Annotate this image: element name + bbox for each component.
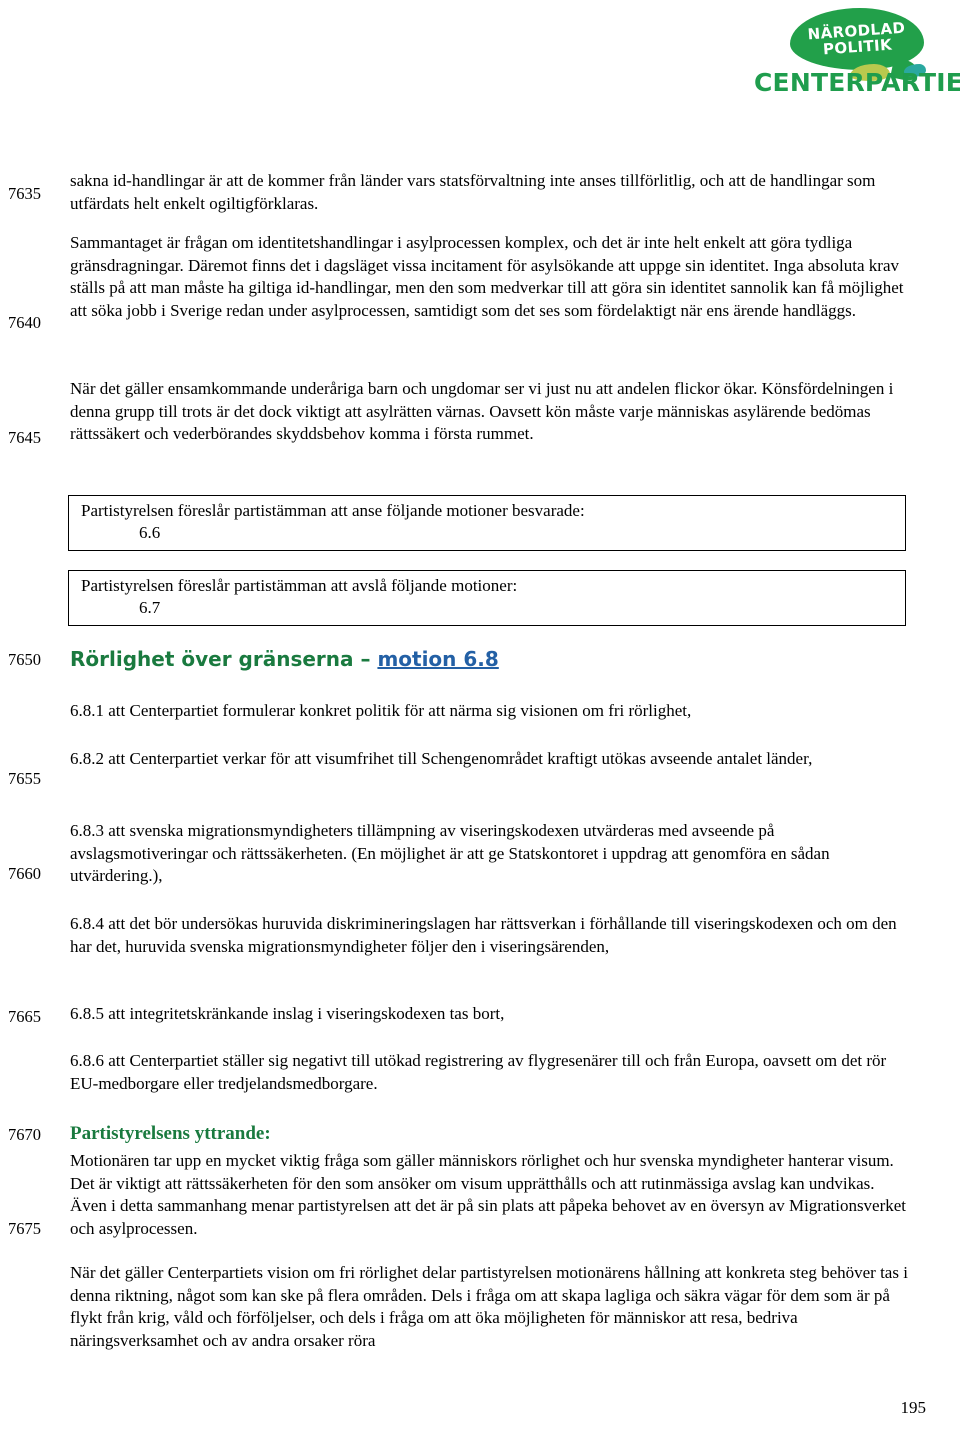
- page-number: 195: [900, 1398, 927, 1417]
- logo-wordmark: CENTERPARTIET: [754, 68, 960, 97]
- statement-paragraph-1-text: Motionären tar upp en mycket viktig fråg…: [70, 1151, 907, 1238]
- motion-item-6-8-6: 6.8.6 att Centerpartiet ställer sig nega…: [70, 1050, 908, 1095]
- motion-item-6-8-1-text: 6.8.1 att Centerpartiet formulerar konkr…: [70, 701, 692, 720]
- line-number-7655: 7655: [8, 769, 41, 788]
- proposal-box-rejected: Partistyrelsen föreslår partistämman att…: [68, 570, 906, 626]
- section-heading-text: Rörlighet över gränserna –: [70, 647, 378, 671]
- line-number-7665: 7665: [8, 1007, 41, 1026]
- line-number-7640: 7640: [8, 313, 41, 332]
- proposal-box-answered-text: Partistyrelsen föreslår partistämman att…: [81, 501, 585, 520]
- paragraph-continuation: sakna id-handlingar är att de kommer frå…: [70, 170, 908, 215]
- motion-item-6-8-6-text: 6.8.6 att Centerpartiet ställer sig nega…: [70, 1051, 887, 1093]
- motion-item-6-8-2-text: 6.8.2 att Centerpartiet verkar för att v…: [70, 749, 813, 768]
- paragraph-summary-text: Sammantaget är frågan om identitetshandl…: [70, 233, 904, 320]
- paragraph-unaccompanied-minors: När det gäller ensamkommande underåriga …: [70, 378, 908, 446]
- statement-paragraph-1: Motionären tar upp en mycket viktig fråg…: [70, 1150, 908, 1240]
- motion-item-6-8-3: 6.8.3 att svenska migrationsmyndigheters…: [70, 820, 908, 888]
- statement-paragraph-2-text: När det gäller Centerpartiets vision om …: [70, 1263, 908, 1350]
- motion-item-6-8-2: 6.8.2 att Centerpartiet verkar för att v…: [70, 748, 908, 771]
- line-number-7645: 7645: [8, 428, 41, 447]
- section-heading-rorlighet: Rörlighet över gränserna – motion 6.8: [70, 648, 908, 670]
- paragraph-summary: Sammantaget är frågan om identitetshandl…: [70, 232, 908, 322]
- line-number-7635: 7635: [8, 184, 41, 203]
- motion-item-6-8-5-text: 6.8.5 att integritetskränkande inslag i …: [70, 1004, 505, 1023]
- statement-paragraph-2: När det gäller Centerpartiets vision om …: [70, 1262, 908, 1352]
- proposal-box-rejected-motions: 6.7: [139, 598, 161, 617]
- proposal-box-answered-motions: 6.6: [139, 523, 161, 542]
- statement-heading: Partistyrelsens yttrande:: [70, 1123, 271, 1144]
- paragraph-continuation-text: sakna id-handlingar är att de kommer frå…: [70, 171, 876, 213]
- motion-item-6-8-5: 6.8.5 att integritetskränkande inslag i …: [70, 1003, 908, 1026]
- centerpartiet-logo: NÄRODLAD POLITIK CENTERPARTIET: [754, 8, 960, 104]
- line-number-7675: 7675: [8, 1219, 41, 1238]
- paragraph-unaccompanied-minors-text: När det gäller ensamkommande underåriga …: [70, 379, 894, 444]
- motion-item-6-8-4: 6.8.4 att det bör undersökas huruvida di…: [70, 913, 908, 958]
- line-number-7670: 7670: [8, 1125, 41, 1144]
- line-number-7650: 7650: [8, 650, 41, 669]
- proposal-box-answered: Partistyrelsen föreslår partistämman att…: [68, 495, 906, 551]
- motion-item-6-8-1: 6.8.1 att Centerpartiet formulerar konkr…: [70, 700, 908, 723]
- motion-6-8-link[interactable]: motion 6.8: [377, 647, 498, 671]
- motion-item-6-8-4-text: 6.8.4 att det bör undersökas huruvida di…: [70, 914, 897, 956]
- proposal-box-rejected-text: Partistyrelsen föreslår partistämman att…: [81, 576, 518, 595]
- line-number-7660: 7660: [8, 864, 41, 883]
- motion-item-6-8-3-text: 6.8.3 att svenska migrationsmyndigheters…: [70, 821, 830, 886]
